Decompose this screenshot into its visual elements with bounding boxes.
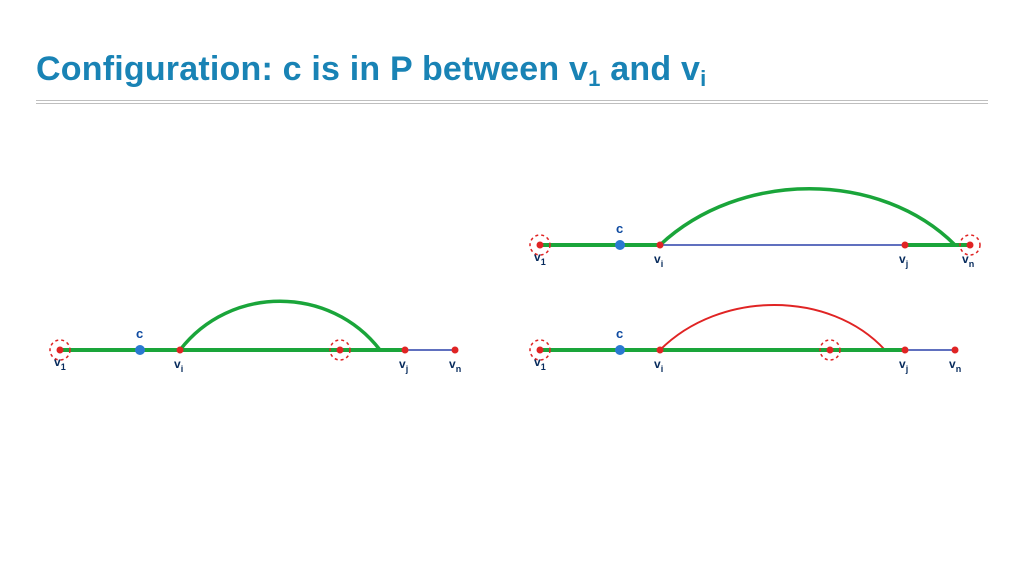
- title-sub2: i: [700, 66, 706, 91]
- node-vn: [967, 242, 974, 249]
- label-vj: vj: [899, 357, 908, 374]
- arc-green: [660, 189, 955, 245]
- label-vi: vi: [654, 357, 663, 374]
- slide: Configuration: c is in P between v1 and …: [0, 0, 1024, 576]
- node-vn: [952, 347, 959, 354]
- diagram-left: v1 c vi vj vn: [30, 280, 470, 400]
- node-vi: [657, 347, 664, 354]
- label-vn: vn: [449, 357, 461, 374]
- diagram-bottom-right: v1 c vi vj vn: [510, 280, 970, 400]
- title-underline: [36, 100, 988, 104]
- node-vj: [402, 347, 409, 354]
- diagram-top-right: v1 c vi vj vn: [510, 175, 990, 295]
- node-c: [135, 345, 145, 355]
- node-mid: [827, 347, 834, 354]
- label-vj: vj: [399, 357, 408, 374]
- node-vj: [902, 347, 909, 354]
- title-sub1: 1: [588, 66, 601, 91]
- label-c: c: [136, 326, 143, 341]
- label-c: c: [616, 326, 623, 341]
- label-vi: vi: [654, 252, 663, 269]
- node-c: [615, 345, 625, 355]
- node-vi: [177, 347, 184, 354]
- arc-red: [660, 305, 885, 350]
- label-v1: v1: [534, 355, 546, 372]
- node-v1: [537, 242, 544, 249]
- arc-green: [180, 301, 380, 350]
- node-vj: [902, 242, 909, 249]
- label-vi: vi: [174, 357, 183, 374]
- label-vj: vj: [899, 252, 908, 269]
- node-mid: [337, 347, 344, 354]
- node-v1: [537, 347, 544, 354]
- label-c: c: [616, 221, 623, 236]
- label-v1: v1: [54, 355, 66, 372]
- label-vn: vn: [949, 357, 961, 374]
- title-prefix: Configuration: c is in P between v: [36, 50, 588, 88]
- node-vi: [657, 242, 664, 249]
- title-mid: and v: [601, 50, 700, 88]
- page-title: Configuration: c is in P between v1 and …: [36, 50, 706, 89]
- node-vn: [452, 347, 459, 354]
- node-c: [615, 240, 625, 250]
- label-v1: v1: [534, 250, 546, 267]
- node-v1: [57, 347, 64, 354]
